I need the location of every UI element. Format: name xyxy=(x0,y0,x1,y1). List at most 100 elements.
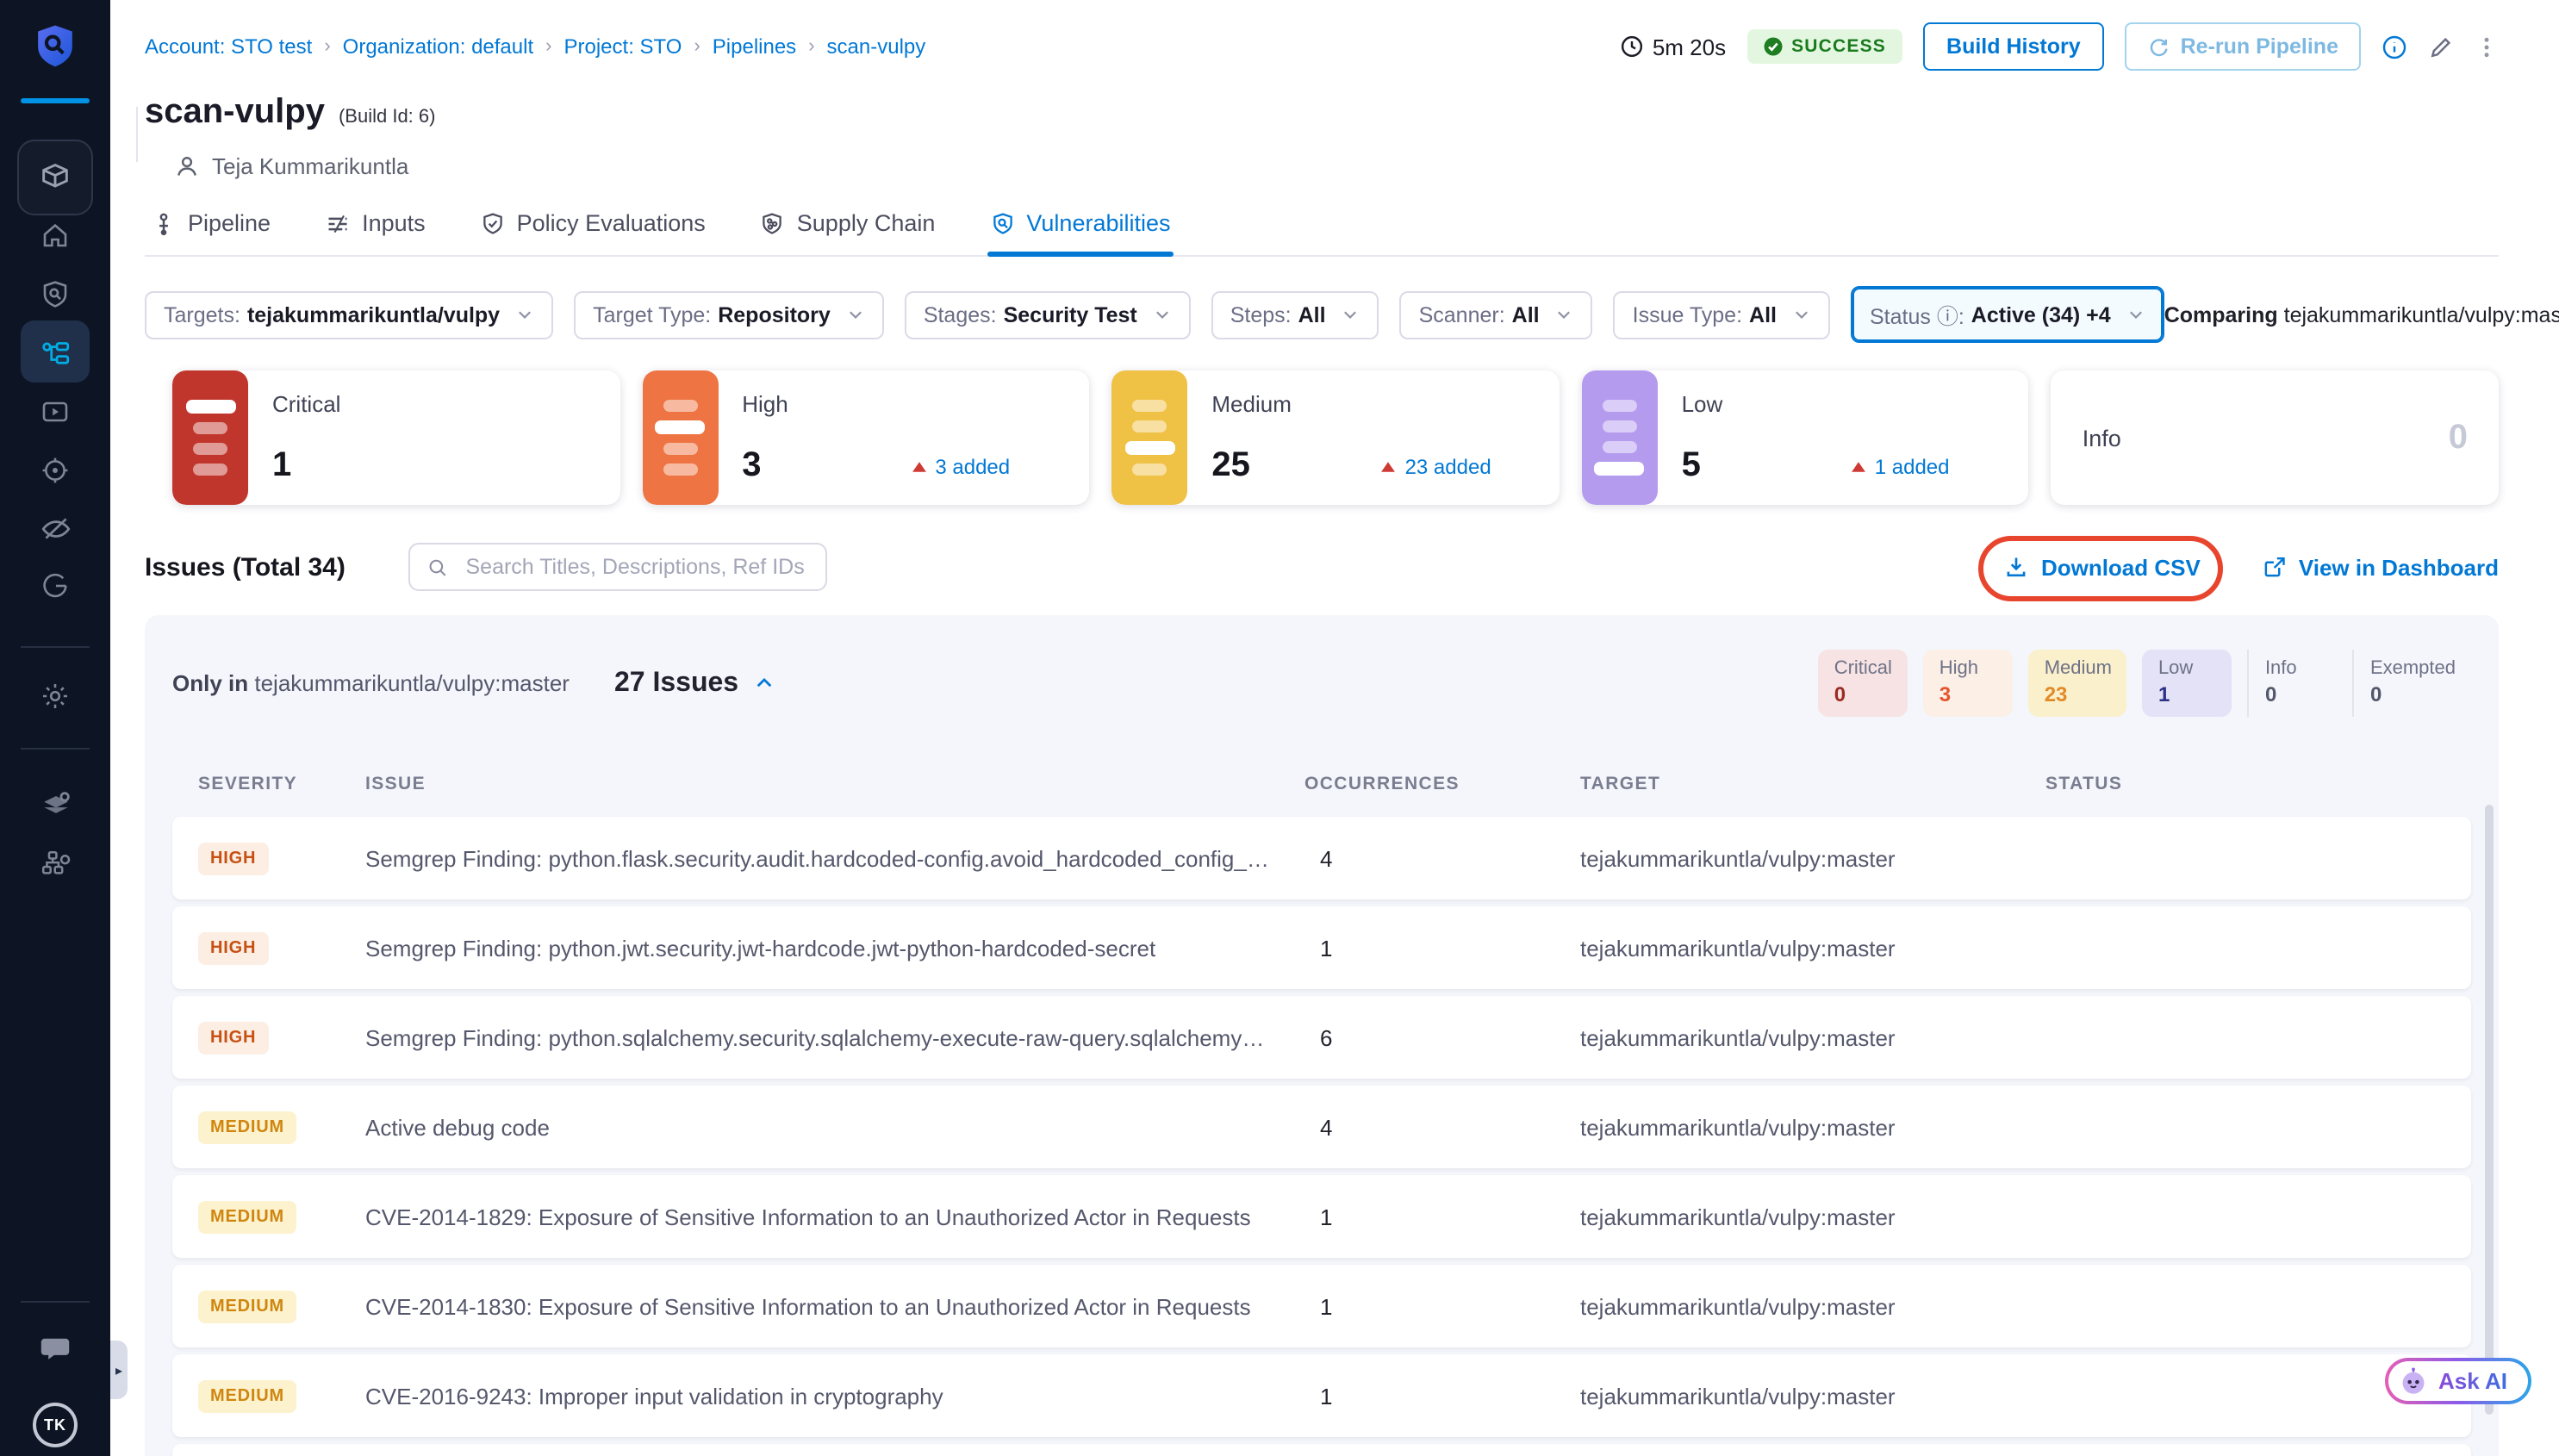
badge-value: 3 xyxy=(1939,682,1998,706)
issue-title: CVE-2014-1829: Exposure of Sensitive Inf… xyxy=(365,1204,1304,1229)
breadcrumb-link[interactable]: scan-vulpy xyxy=(827,34,926,59)
sidebar-item-module-selector[interactable] xyxy=(17,140,93,215)
user-avatar[interactable]: TK xyxy=(33,1403,78,1447)
pipeline-icon xyxy=(152,211,176,235)
severity-cards: Critical1High33 addedMedium2523 addedLow… xyxy=(172,370,2499,505)
table-row[interactable]: MEDIUMActive debug code4tejakummarikuntl… xyxy=(172,1086,2471,1168)
breadcrumb-link[interactable]: Account: STO test xyxy=(145,34,312,59)
meter-stripe xyxy=(1603,420,1637,432)
card-label: Critical xyxy=(272,391,595,417)
view-in-dashboard-link[interactable]: View in Dashboard xyxy=(2263,554,2499,580)
issues-group-header: Only in tejakummarikuntla/vulpy:master 2… xyxy=(172,615,2471,717)
sidebar-item-scans[interactable] xyxy=(21,269,90,320)
card-value: 1 xyxy=(272,446,291,486)
tab-inputs[interactable]: Inputs xyxy=(322,203,429,255)
meter-stripe xyxy=(663,443,697,455)
sidebar-item-org-settings[interactable] xyxy=(21,837,90,889)
table-row[interactable]: MEDIUMCVE-2016-9243: Improper input vali… xyxy=(172,1354,2471,1437)
severity-card-high: High33 added xyxy=(642,370,1089,505)
rerun-pipeline-button[interactable]: Re-run Pipeline xyxy=(2126,22,2361,71)
sidebar-item-home[interactable] xyxy=(21,210,90,262)
table-row[interactable]: MEDIUMCVE-2017-11424: PyJWT ...1tejakumm… xyxy=(172,1444,2471,1456)
issue-title: Semgrep Finding: python.sqlalchemy.secur… xyxy=(365,1024,1304,1050)
breadcrumb-link[interactable]: Pipelines xyxy=(713,34,796,59)
issue-title: Semgrep Finding: python.flask.security.a… xyxy=(365,845,1304,871)
vertical-scrollbar[interactable] xyxy=(2485,805,2494,1415)
severity-cell: MEDIUM xyxy=(198,1289,365,1323)
sidebar-item-getting-started[interactable] xyxy=(21,560,90,612)
sidebar-item-targets[interactable] xyxy=(21,445,90,496)
table-row[interactable]: HIGHSemgrep Finding: python.sqlalchemy.s… xyxy=(172,996,2471,1079)
chip-label: Scanner: xyxy=(1419,302,1505,327)
tab-label: Supply Chain xyxy=(797,210,936,236)
tab-label: Policy Evaluations xyxy=(517,210,706,236)
breadcrumb-link[interactable]: Project: STO xyxy=(564,34,682,59)
breadcrumb-link[interactable]: Organization: default xyxy=(343,34,534,59)
column-header-issue: ISSUE xyxy=(365,774,1304,794)
added-text: 23 added xyxy=(1405,455,1491,479)
tab-supply-chain[interactable]: Supply Chain xyxy=(757,203,939,255)
harness-sto-logo[interactable] xyxy=(31,22,79,71)
meter-stripe xyxy=(1595,462,1645,476)
card-value: 25 xyxy=(1211,446,1250,486)
filter-chip-status[interactable]: Status ⓘ:Active (34) +4 xyxy=(1851,286,2164,343)
target-value: tejakummarikuntla/vulpy:master xyxy=(1580,1024,2045,1050)
tab-policy-evaluations[interactable]: Policy Evaluations xyxy=(477,203,709,255)
sidebar-item-executions[interactable] xyxy=(21,386,90,438)
column-header-target: TARGET xyxy=(1580,774,2045,794)
info-icon[interactable] xyxy=(2382,34,2407,59)
triangle-up-icon xyxy=(1851,460,1866,474)
badge-value: 1 xyxy=(2158,682,2217,706)
badge-label: Critical xyxy=(1834,658,1893,679)
clock-icon xyxy=(1620,34,1644,59)
badge-value: 23 xyxy=(2045,682,2112,706)
filter-chip-steps[interactable]: Steps:All xyxy=(1211,290,1379,339)
main-content: Account: STO test › Organization: default ›… xyxy=(110,0,2559,1456)
filter-chip-targets[interactable]: Targets:tejakummarikuntla/vulpy xyxy=(145,290,553,339)
search-input[interactable] xyxy=(463,553,809,581)
more-options-icon[interactable] xyxy=(2475,34,2499,59)
breadcrumb-separator-icon: › xyxy=(694,36,700,57)
table-row[interactable]: HIGHSemgrep Finding: python.flask.securi… xyxy=(172,817,2471,899)
filter-chip-target-type[interactable]: Target Type:Repository xyxy=(574,290,884,339)
table-row[interactable]: MEDIUM CVE-2014-1829: Exposure of Sensiti… xyxy=(172,1175,2471,1258)
table-header: SEVERITYISSUEOCCURRENCESTARGETSTATUS xyxy=(172,774,2471,794)
breadcrumb-separator-icon: › xyxy=(545,36,551,57)
tab-vulnerabilities[interactable]: Vulnerabilities xyxy=(987,203,1174,255)
table-row[interactable]: HIGHSemgrep Finding: python.jwt.security… xyxy=(172,906,2471,989)
card-body: Info0 xyxy=(2052,370,2499,505)
severity-cell: MEDIUM xyxy=(198,1378,365,1413)
tab-pipeline[interactable]: Pipeline xyxy=(148,203,274,255)
ask-ai-button[interactable]: Ask AI xyxy=(2385,1358,2531,1404)
edit-pencil-icon[interactable] xyxy=(2428,34,2454,59)
issues-search[interactable] xyxy=(409,543,828,591)
severity-card-critical: Critical 1 xyxy=(172,370,620,505)
meter-stripe xyxy=(1603,400,1637,412)
collapse-chevron-icon[interactable] xyxy=(752,672,775,694)
issue-title: Semgrep Finding: python.jwt.security.jwt… xyxy=(365,935,1304,961)
filter-chip-stages[interactable]: Stages:Security Test xyxy=(905,290,1191,339)
sidebar-item-account-resources[interactable] xyxy=(21,779,90,831)
filter-chip-scanner[interactable]: Scanner:All xyxy=(1400,290,1593,339)
sidebar-item-help[interactable]: ? xyxy=(21,1323,90,1375)
page-title: scan-vulpy xyxy=(145,93,325,133)
severity-badge: MEDIUM xyxy=(198,1201,296,1234)
sidebar-expand-handle[interactable]: ▸ xyxy=(110,1341,128,1399)
pipelines-icon xyxy=(39,335,72,368)
occurrences-value: 4 xyxy=(1304,845,1580,871)
sidebar-item-exemptions[interactable] xyxy=(21,501,90,553)
occurrences-value: 1 xyxy=(1304,1204,1580,1229)
policy-shield-icon xyxy=(481,211,505,235)
build-history-button[interactable]: Build History xyxy=(1922,22,2105,71)
table-row[interactable]: MEDIUMCVE-2014-1830: Exposure of Sensiti… xyxy=(172,1265,2471,1347)
sidebar-item-pipelines[interactable] xyxy=(21,320,90,383)
occurrences-value: 1 xyxy=(1304,935,1580,961)
download-csv-button[interactable]: Download CSV xyxy=(2005,554,2201,580)
chip-value: Repository xyxy=(718,302,831,327)
group-badge-low: Low1 xyxy=(2143,650,2232,717)
filter-chip-issue-type[interactable]: Issue Type:All xyxy=(1614,290,1830,339)
chat-help-icon: ? xyxy=(38,1332,72,1366)
chevron-down-icon xyxy=(1555,305,1574,324)
eye-off-icon xyxy=(39,511,72,544)
sidebar-item-project-settings[interactable] xyxy=(21,670,90,722)
